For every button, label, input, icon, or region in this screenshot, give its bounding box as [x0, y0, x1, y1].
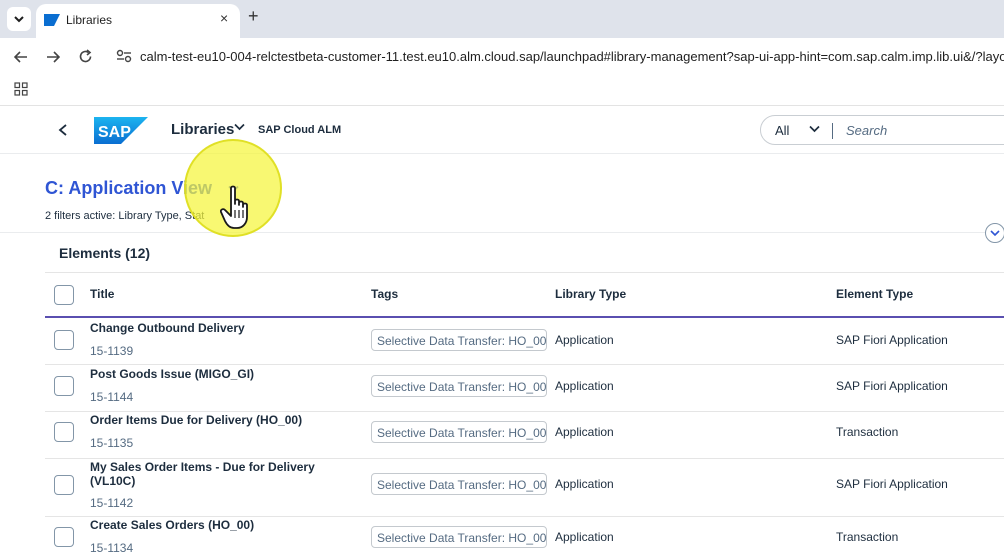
select-all-checkbox[interactable] — [54, 285, 74, 305]
element-type-cell: SAP Fiori Application — [836, 477, 948, 491]
library-type-cell: Application — [555, 425, 614, 439]
row-id: 15-1134 — [90, 541, 134, 555]
url-field[interactable]: calm-test-eu10-004-relctestbeta-customer… — [140, 49, 1004, 64]
column-header-library-type[interactable]: Library Type — [555, 287, 626, 301]
row-title[interactable]: Change Outbound Delivery — [90, 321, 330, 335]
column-header-element-type[interactable]: Element Type — [836, 287, 913, 301]
browser-tab[interactable]: Libraries × — [36, 4, 240, 38]
row-title[interactable]: Create Sales Orders (HO_00) — [90, 518, 330, 532]
tag-token[interactable]: Selective Data Transfer: HO_00 — [371, 473, 547, 495]
site-settings-icon[interactable] — [116, 49, 132, 63]
tag-token[interactable]: Selective Data Transfer: HO_00 — [371, 375, 547, 397]
row-id: 15-1139 — [90, 344, 134, 358]
tag-token[interactable]: Selective Data Transfer: HO_00 — [371, 421, 547, 443]
row-title[interactable]: Post Goods Issue (MIGO_GI) — [90, 367, 330, 381]
app-subtitle: SAP Cloud ALM — [258, 124, 342, 136]
sap-logo[interactable]: SAP — [94, 117, 148, 144]
close-icon[interactable]: × — [220, 10, 228, 26]
row-id: 15-1142 — [90, 496, 134, 510]
chevron-down-icon — [990, 229, 1000, 236]
table-row[interactable]: Order Items Due for Delivery (HO_00) 15-… — [45, 413, 1004, 459]
apps-grid-icon[interactable] — [14, 82, 28, 96]
row-checkbox[interactable] — [54, 422, 74, 442]
row-checkbox[interactable] — [54, 376, 74, 396]
library-type-cell: Application — [555, 477, 614, 491]
new-tab-button[interactable]: + — [248, 6, 259, 27]
library-type-cell: Application — [555, 333, 614, 347]
address-bar: calm-test-eu10-004-relctestbeta-customer… — [0, 38, 1004, 76]
table-row[interactable]: Post Goods Issue (MIGO_GI) 15-1144 Selec… — [45, 366, 1004, 412]
filters-summary: 2 filters active: Library Type, Stat — [45, 210, 205, 222]
chevron-down-icon[interactable] — [234, 123, 245, 131]
library-type-cell: Application — [555, 379, 614, 393]
element-type-cell: Transaction — [836, 425, 899, 439]
row-title[interactable]: My Sales Order Items - Due for Delivery … — [90, 460, 330, 488]
svg-text:SAP: SAP — [98, 124, 131, 141]
back-arrow-icon[interactable] — [14, 50, 28, 64]
column-header-tags[interactable]: Tags — [371, 287, 398, 301]
table-row[interactable]: Change Outbound Delivery 15-1139 Selecti… — [45, 319, 1004, 365]
table-row[interactable]: Create Sales Orders (HO_00) 15-1134 Sele… — [45, 518, 1004, 560]
row-title[interactable]: Order Items Due for Delivery (HO_00) — [90, 413, 330, 427]
favicon-icon — [44, 14, 60, 26]
search-divider — [832, 123, 833, 139]
chevron-down-icon[interactable] — [809, 125, 820, 133]
column-header-title[interactable]: Title — [90, 287, 114, 301]
tag-token[interactable]: Selective Data Transfer: HO_00 — [371, 526, 547, 548]
table-header-row: Title Tags Library Type Element Type — [45, 272, 1004, 318]
page-header: C: Application View 2 filters active: Li… — [0, 155, 1004, 243]
row-checkbox[interactable] — [54, 475, 74, 495]
bookmarks-bar — [0, 76, 1004, 106]
browser-tab-bar: Libraries × + — [0, 0, 1004, 38]
element-type-cell: SAP Fiori Application — [836, 333, 948, 347]
tab-search-button[interactable] — [7, 7, 31, 31]
row-id: 15-1135 — [90, 436, 134, 450]
tab-title: Libraries — [66, 13, 113, 27]
search-input[interactable]: Search — [846, 123, 887, 138]
chevron-left-icon[interactable] — [58, 124, 68, 136]
hand-cursor-icon — [220, 185, 248, 229]
tag-token[interactable]: Selective Data Transfer: HO_00 — [371, 329, 547, 351]
reload-icon[interactable] — [78, 49, 93, 64]
search-field[interactable]: All Search — [760, 115, 1004, 145]
row-id: 15-1144 — [90, 390, 134, 404]
forward-arrow-icon[interactable] — [46, 50, 60, 64]
app-title[interactable]: Libraries — [171, 121, 234, 138]
dropdown-icon — [14, 16, 24, 23]
element-type-cell: Transaction — [836, 530, 899, 544]
collapse-header-button[interactable] — [985, 223, 1004, 243]
element-type-cell: SAP Fiori Application — [836, 379, 948, 393]
row-checkbox[interactable] — [54, 330, 74, 350]
table-row[interactable]: My Sales Order Items - Due for Delivery … — [45, 460, 1004, 517]
table-title: Elements (12) — [59, 245, 151, 261]
row-checkbox[interactable] — [54, 527, 74, 547]
library-type-cell: Application — [555, 530, 614, 544]
shell-bar: SAP Libraries SAP Cloud ALM All Search — [0, 107, 1004, 154]
search-scope-select[interactable]: All — [775, 123, 789, 138]
